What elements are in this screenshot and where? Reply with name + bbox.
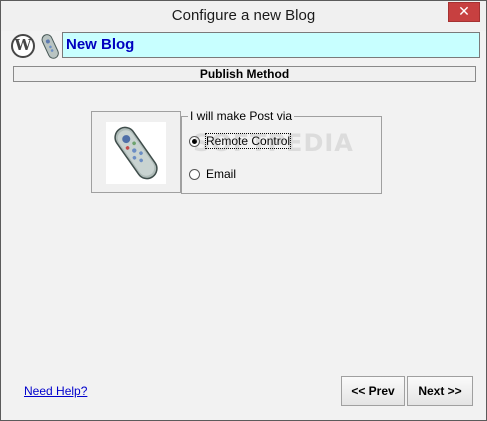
radio-label-email[interactable]: Email (206, 167, 236, 181)
radio-button-selected[interactable] (189, 135, 200, 147)
blog-header: W New Blog (9, 32, 480, 59)
wordpress-logo-icon: W (11, 34, 35, 58)
section-header: Publish Method (13, 66, 476, 82)
remote-image (106, 122, 166, 184)
title-bar[interactable]: Configure a new Blog ✕ (1, 1, 486, 31)
remote-image-frame (91, 111, 181, 193)
wordpress-logo-letter: W (14, 36, 32, 54)
prev-button[interactable]: << Prev (341, 376, 405, 406)
next-button[interactable]: Next >> (407, 376, 473, 406)
radio-label-remote-control[interactable]: Remote Control (204, 133, 292, 149)
radio-email[interactable]: Email (189, 166, 236, 182)
close-button[interactable]: ✕ (448, 2, 480, 22)
post-method-group: I will make Post via Remote Control Emai… (181, 109, 382, 194)
window-title: Configure a new Blog (171, 7, 316, 24)
remote-control-icon (114, 126, 158, 180)
remote-control-icon (41, 34, 59, 59)
need-help-link[interactable]: Need Help? (24, 384, 87, 398)
blog-name-field[interactable]: New Blog (62, 32, 480, 58)
radio-button[interactable] (189, 168, 200, 180)
radio-remote-control[interactable]: Remote Control (189, 133, 292, 149)
close-icon: ✕ (458, 4, 470, 20)
group-legend: I will make Post via (188, 109, 295, 123)
configure-blog-window: Configure a new Blog ✕ W New Blog Publis… (0, 0, 487, 421)
